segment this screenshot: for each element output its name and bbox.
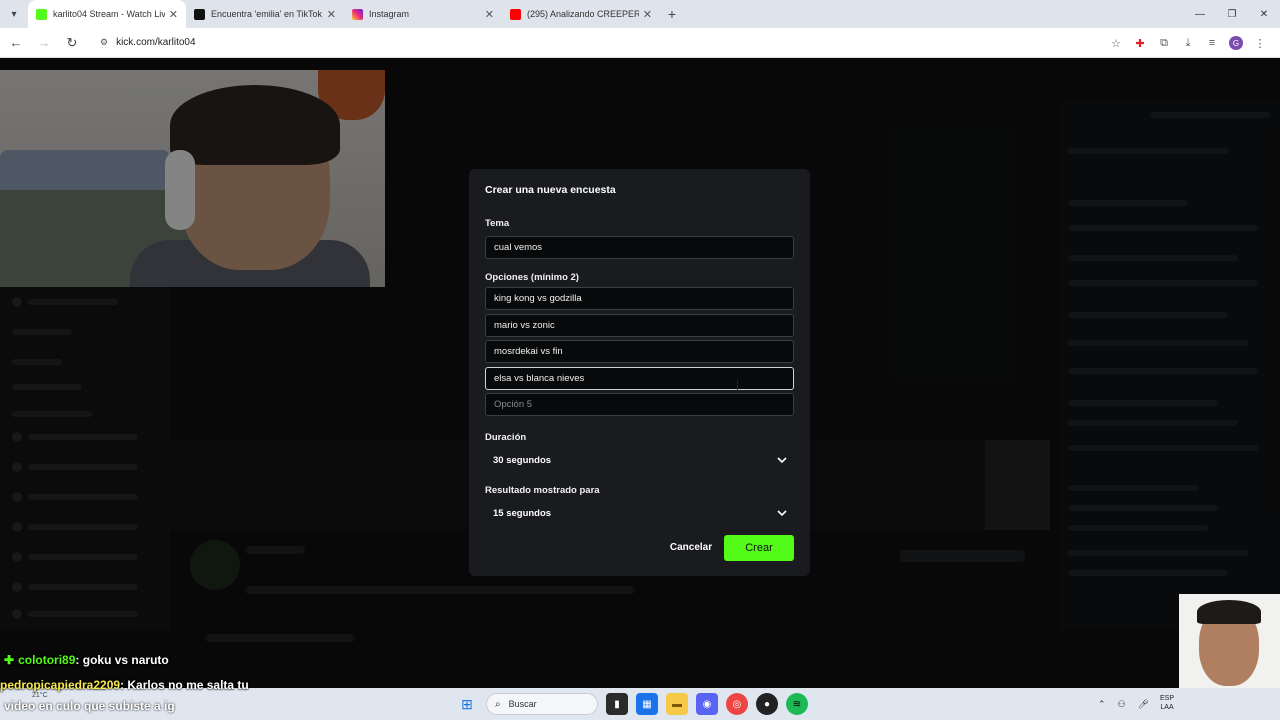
tab-title: (295) Analizando CREEPER vs ZO (527, 9, 639, 19)
weather-temp[interactable]: 21°C (32, 692, 48, 699)
tab-title: Instagram (369, 9, 410, 19)
chat-message: : Karlos no me salta tu (120, 678, 249, 692)
system-tray: ⌃ ⚇ 🎤︎ (1092, 692, 1155, 716)
option-3-input[interactable] (485, 340, 794, 363)
close-window-icon[interactable]: ✕ (1248, 0, 1280, 28)
create-button[interactable]: Crear (724, 535, 794, 561)
duration-select[interactable]: 30 segundos (485, 448, 794, 472)
duration-label: Duración (485, 432, 527, 443)
back-arrow-icon[interactable]: ← (4, 31, 28, 55)
close-icon[interactable]: ✕ (169, 8, 178, 21)
chevron-down-icon[interactable]: ▾ (0, 0, 28, 28)
url-text: kick.com/karlito04 (116, 37, 196, 48)
chevron-down-icon (777, 510, 787, 517)
topic-input[interactable] (485, 236, 794, 259)
tab-kick[interactable]: karlito04 Stream - Watch Live o ✕ (28, 0, 186, 28)
chat-overlay-line: pedropicapiedra2209: Karlos no me salta … (0, 678, 249, 692)
chat-message: : goku vs naruto (75, 653, 169, 667)
tab-title: karlito04 Stream - Watch Live o (53, 9, 165, 19)
option-4-input[interactable] (485, 367, 794, 390)
chat-username: colotori89 (18, 653, 76, 667)
tab-instagram[interactable]: Instagram ✕ (344, 0, 502, 28)
microphone-icon[interactable]: 🎤︎ (1138, 699, 1149, 710)
new-tab-plus-icon[interactable]: + (660, 6, 684, 22)
search-icon: ⌕ (495, 698, 501, 710)
cancel-button[interactable]: Cancelar (665, 538, 717, 556)
spotify-icon[interactable]: ≋ (786, 693, 808, 715)
browser-toolbar: ← → ↻ ⚙ kick.com/karlito04 ☆ ✚ ⧉ ⤓ ≡ G ⋮ (0, 28, 1280, 58)
media-list-icon[interactable]: ≡ (1200, 31, 1224, 55)
option-1-input[interactable] (485, 287, 794, 310)
tab-youtube[interactable]: (295) Analizando CREEPER vs ZO ✕ (502, 0, 660, 28)
chevron-up-icon[interactable]: ⌃ (1098, 699, 1106, 710)
restore-icon[interactable]: ❐ (1216, 0, 1248, 28)
taskbar-search[interactable]: ⌕ Buscar (486, 693, 598, 715)
puzzle-icon[interactable]: ⧉ (1152, 31, 1176, 55)
site-info-icon[interactable]: ⚙ (100, 37, 108, 48)
window-controls: — ❐ ✕ (1184, 0, 1280, 28)
chevron-down-icon (777, 457, 787, 464)
chat-overlay-line: ✚ colotori89: goku vs naruto (4, 653, 169, 667)
result-label: Resultado mostrado para (485, 485, 600, 496)
discord-icon[interactable]: ◉ (696, 693, 718, 715)
network-icon[interactable]: ⚇ (1118, 699, 1126, 710)
windows-start-icon[interactable]: ⊞ (456, 693, 478, 715)
plus-badge-icon: ✚ (4, 653, 15, 667)
language-indicator[interactable]: ESP LAA (1160, 694, 1174, 712)
download-icon[interactable]: ⤓ (1176, 31, 1200, 55)
forward-arrow-icon[interactable]: → (32, 31, 56, 55)
minimize-icon[interactable]: — (1184, 0, 1216, 28)
toolbar-actions: ☆ ✚ ⧉ ⤓ ≡ G ⋮ (1104, 28, 1272, 58)
browser-tabbar: ▾ karlito04 Stream - Watch Live o ✕ Encu… (0, 0, 1280, 28)
instagram-favicon-icon (352, 8, 363, 20)
obs-icon[interactable]: ● (756, 693, 778, 715)
create-poll-modal: Crear una nueva encuesta Tema Opciones (… (469, 169, 810, 576)
result-duration-select[interactable]: 15 segundos (485, 501, 794, 525)
tab-tiktok[interactable]: Encuentra 'emilia' en TikTok | Bu ✕ (186, 0, 344, 28)
windows-taskbar: 21°C ⊞ ⌕ Buscar ▮ ▦ ▬ ◉ ◎ ● ≋ ⌃ ⚇ 🎤︎ ESP… (0, 688, 1280, 720)
avatar[interactable]: G (1224, 31, 1248, 55)
option-2-input[interactable] (485, 314, 794, 337)
store-icon[interactable]: ▦ (636, 693, 658, 715)
chrome-icon[interactable]: ◎ (726, 693, 748, 715)
screen: ▾ karlito04 Stream - Watch Live o ✕ Encu… (0, 0, 1280, 720)
close-icon[interactable]: ✕ (327, 8, 336, 21)
chat-message-continuation: video en culo que subiste a ig (4, 699, 175, 713)
kick-favicon-icon (36, 8, 47, 20)
search-label: Buscar (508, 699, 537, 709)
chat-username: pedropicapiedra2209 (0, 678, 121, 692)
topic-label: Tema (485, 218, 510, 229)
close-icon[interactable]: ✕ (485, 8, 494, 21)
star-icon[interactable]: ☆ (1104, 31, 1128, 55)
taskbar-apps: ⊞ ⌕ Buscar ▮ ▦ ▬ ◉ ◎ ● ≋ (452, 692, 812, 716)
duration-value: 30 segundos (493, 454, 552, 466)
options-label: Opciones (mínimo 2) (485, 272, 579, 283)
modal-title: Crear una nueva encuesta (485, 184, 616, 196)
kebab-menu-icon[interactable]: ⋮ (1248, 31, 1272, 55)
close-icon[interactable]: ✕ (643, 8, 652, 21)
result-duration-value: 15 segundos (493, 507, 552, 519)
tab-title: Encuentra 'emilia' en TikTok | Bu (211, 9, 323, 19)
tiktok-favicon-icon (194, 8, 205, 20)
task-view-icon[interactable]: ▮ (606, 693, 628, 715)
extension-red-icon[interactable]: ✚ (1128, 31, 1152, 55)
address-bar[interactable]: ⚙ kick.com/karlito04 (94, 31, 1124, 54)
reload-icon[interactable]: ↻ (60, 31, 84, 55)
text-cursor-icon (737, 380, 741, 392)
file-explorer-icon[interactable]: ▬ (666, 693, 688, 715)
option-5-input[interactable] (485, 393, 794, 416)
youtube-favicon-icon (510, 8, 521, 20)
